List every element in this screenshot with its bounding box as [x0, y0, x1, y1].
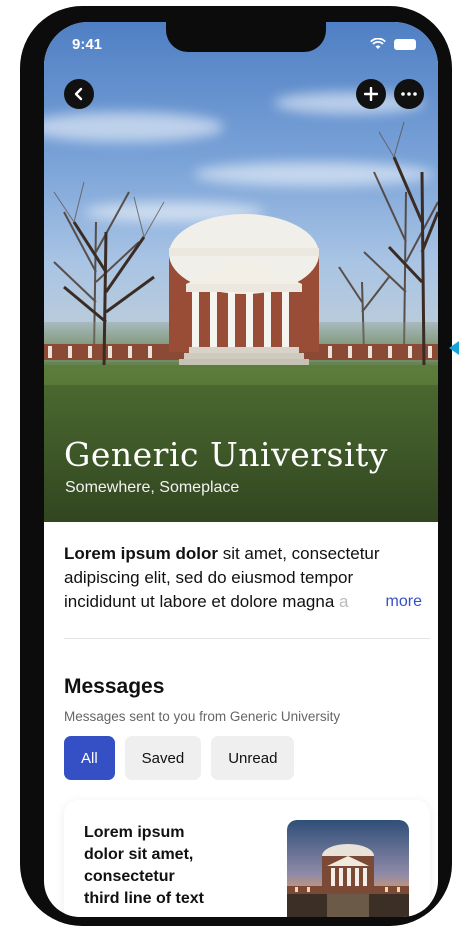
add-button[interactable] — [356, 79, 386, 109]
more-options-button[interactable] — [394, 79, 424, 109]
university-description: Lorem ipsum dolor sit amet, consectetur … — [64, 542, 430, 614]
device-notch — [166, 22, 326, 52]
university-location: Somewhere, Someplace — [65, 479, 240, 496]
app-screen: Generic University Somewhere, Someplace … — [44, 22, 438, 917]
filter-all[interactable]: All — [64, 736, 115, 780]
filter-saved[interactable]: Saved — [124, 736, 202, 780]
chevron-left-icon — [74, 87, 83, 101]
messages-subtitle: Messages sent to you from Generic Univer… — [64, 709, 341, 724]
message-card[interactable]: Lorem ipsum dolor sit amet, consectetur … — [64, 800, 430, 917]
status-icons — [370, 38, 416, 50]
university-title: Generic University — [64, 435, 388, 474]
message-card-text: Lorem ipsum dolor sit amet, consectetur … — [84, 824, 204, 907]
divider — [64, 638, 430, 639]
ellipsis-icon — [401, 92, 417, 96]
back-button[interactable] — [64, 79, 94, 109]
filter-unread[interactable]: Unread — [211, 736, 295, 780]
pointer-arrow-icon — [449, 341, 459, 355]
read-more-link[interactable]: more — [386, 590, 422, 614]
status-time: 9:41 — [72, 36, 103, 53]
wifi-icon — [370, 38, 386, 49]
plus-icon — [364, 87, 378, 101]
message-thumbnail — [287, 820, 409, 917]
message-filter-chips: All Saved Unread — [64, 736, 295, 780]
description-line-1: Lorem ipsum dolor sit amet, consectetur — [64, 544, 380, 563]
battery-icon — [394, 38, 416, 50]
messages-heading: Messages — [64, 675, 165, 698]
description-line-2: adipiscing elit, sed do eiusmod tempor — [64, 568, 354, 587]
description-line-3: incididunt ut labore et dolore magna a — [64, 592, 349, 611]
